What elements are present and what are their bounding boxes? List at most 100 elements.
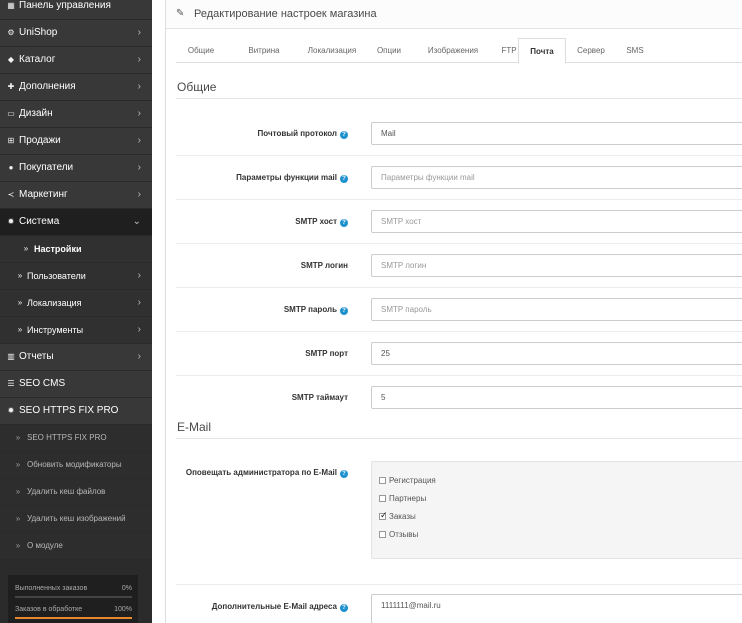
sidebar-subitem-clear-image-cache[interactable]: » Удалить кеш изображений — [0, 506, 152, 533]
monitor-icon: ▭ — [7, 109, 15, 118]
sidebar-item-label: О модуле — [27, 541, 63, 550]
sidebar-item-localisation[interactable]: » Локализация › — [0, 290, 152, 317]
sidebar-item-label: UniShop — [19, 27, 58, 38]
mail-params-label: Параметры функции mail? — [236, 173, 348, 183]
cart-icon: ⊞ — [7, 136, 15, 145]
smtp-timeout-input[interactable]: 5 — [371, 386, 742, 409]
sidebar-item-label: SEO CMS — [19, 378, 66, 389]
row-divider — [176, 243, 742, 244]
checkbox-label: Отзывы — [389, 530, 419, 539]
help-icon[interactable]: ? — [340, 470, 348, 478]
label-text: SMTP логин — [300, 261, 348, 270]
tab-options[interactable]: Опции — [368, 38, 410, 63]
list-icon: ☰ — [7, 379, 15, 388]
sidebar-item-reports[interactable]: ▥ Отчеты › — [0, 344, 152, 371]
sidebar-subitem-seo-https-fix-pro[interactable]: » SEO HTTPS FIX PRO — [0, 425, 152, 452]
mail-params-input[interactable] — [371, 166, 742, 189]
checkbox-reviews[interactable]: Отзывы — [379, 530, 418, 539]
sidebar-item-label: Локализация — [27, 298, 82, 308]
sidebar-subitem-clear-file-cache[interactable]: » Удалить кеш файлов — [0, 479, 152, 506]
user-icon: ● — [8, 163, 14, 172]
sidebar-item-label: Инструменты — [27, 325, 84, 335]
tab-storefront[interactable]: Витрина — [233, 38, 295, 63]
settings-tabs: Общие Витрина Локализация Опции Изображе… — [176, 38, 742, 64]
checkbox-label: Заказы — [389, 512, 416, 521]
smtp-port-label: SMTP порт — [305, 349, 348, 358]
puzzle-icon: ✚ — [7, 82, 15, 91]
chevron-right-icon: › — [137, 54, 141, 65]
tab-server[interactable]: Сервер — [572, 38, 610, 63]
double-chevron-icon: » — [17, 298, 23, 307]
label-text: SMTP хост — [295, 217, 337, 226]
extra-emails-textarea[interactable]: 1111111@mail.ru — [371, 594, 742, 623]
sidebar-item-sales[interactable]: ⊞ Продажи › — [0, 128, 152, 155]
sidebar-item-customers[interactable]: ● Покупатели › — [0, 155, 152, 182]
chevron-right-icon: › — [137, 297, 141, 308]
checkbox-registration[interactable]: Регистрация — [379, 476, 436, 485]
tab-images[interactable]: Изображения — [416, 38, 490, 63]
checkbox-icon[interactable] — [379, 495, 386, 502]
sidebar-item-label: Дизайн — [19, 108, 53, 119]
sidebar-item-marketing[interactable]: ≺ Маркетинг › — [0, 182, 152, 209]
checkbox-icon[interactable] — [379, 531, 386, 538]
tab-sms[interactable]: SMS — [620, 38, 650, 63]
gear-icon: ✹ — [7, 406, 15, 415]
checkbox-icon[interactable] — [379, 477, 386, 484]
smtp-port-input[interactable]: 25 — [371, 342, 742, 365]
sidebar-item-settings[interactable]: » Настройки — [0, 236, 152, 263]
extra-emails-label: Дополнительные E-Mail адреса? — [212, 602, 348, 612]
checkbox-orders[interactable]: Заказы — [379, 510, 416, 521]
row-divider — [176, 331, 742, 332]
chevron-right-icon: › — [137, 324, 141, 335]
sidebar-item-tools[interactable]: » Инструменты › — [0, 317, 152, 344]
bar-chart-icon: ▥ — [7, 352, 15, 361]
chevron-right-icon: › — [137, 27, 141, 38]
sidebar-item-extensions[interactable]: ✚ Дополнения › — [0, 74, 152, 101]
row-divider — [176, 584, 742, 585]
chevron-right-icon: › — [137, 162, 141, 173]
sidebar-subitem-refresh-modifications[interactable]: » Обновить модификаторы — [0, 452, 152, 479]
sidebar-item-unishop[interactable]: ⚙ UniShop › — [0, 20, 152, 47]
chevron-right-icon: › — [137, 189, 141, 200]
sidebar: ▦ Панель управления ⚙ UniShop › ◆ Катало… — [0, 0, 152, 623]
tab-general[interactable]: Общие — [176, 38, 226, 63]
checkbox-icon[interactable] — [379, 510, 388, 521]
smtp-password-label: SMTP пароль? — [284, 305, 348, 315]
mail-protocol-select[interactable]: Mail — [371, 122, 742, 145]
help-icon[interactable]: ? — [340, 131, 348, 139]
chevron-right-icon: › — [137, 81, 141, 92]
help-icon[interactable]: ? — [340, 604, 348, 612]
double-chevron-icon: » — [15, 487, 21, 496]
sidebar-item-design[interactable]: ▭ Дизайн › — [0, 101, 152, 128]
smtp-password-input[interactable] — [371, 298, 742, 321]
tag-icon: ◆ — [7, 55, 15, 64]
sidebar-subitem-about[interactable]: » О модуле — [0, 533, 152, 560]
pencil-icon: ✎ — [176, 8, 185, 19]
sidebar-item-system[interactable]: ✹ Система ⌄ — [0, 209, 152, 236]
row-divider — [176, 155, 742, 156]
double-chevron-icon: » — [15, 433, 21, 442]
tab-mail[interactable]: Почта — [518, 38, 566, 64]
sidebar-item-label: SEO HTTPS FIX PRO — [19, 405, 119, 416]
label-text: Параметры функции mail — [236, 173, 337, 182]
legend-divider — [176, 438, 742, 439]
help-icon[interactable]: ? — [340, 219, 348, 227]
settings-panel: ✎ Редактирование настроек магазина Общие… — [165, 0, 742, 623]
smtp-host-input[interactable] — [371, 210, 742, 233]
sidebar-item-label: Пользователи — [27, 271, 86, 281]
section-legend-general: Общие — [177, 80, 217, 94]
help-icon[interactable]: ? — [340, 307, 348, 315]
sidebar-item-dashboard[interactable]: ▦ Панель управления — [0, 0, 152, 20]
sidebar-item-label: Обновить модификаторы — [27, 460, 122, 469]
smtp-host-label: SMTP хост? — [295, 217, 348, 227]
help-icon[interactable]: ? — [340, 175, 348, 183]
sidebar-item-seo-https-fix-pro[interactable]: ✹ SEO HTTPS FIX PRO — [0, 398, 152, 425]
sidebar-item-catalog[interactable]: ◆ Каталог › — [0, 47, 152, 74]
checkbox-affiliates[interactable]: Партнеры — [379, 494, 426, 503]
row-divider — [176, 287, 742, 288]
double-chevron-icon: » — [15, 514, 21, 523]
sidebar-item-seo-cms[interactable]: ☰ SEO CMS — [0, 371, 152, 398]
smtp-login-input[interactable] — [371, 254, 742, 277]
sidebar-item-users[interactable]: » Пользователи › — [0, 263, 152, 290]
tab-localisation[interactable]: Локализация — [294, 38, 370, 63]
